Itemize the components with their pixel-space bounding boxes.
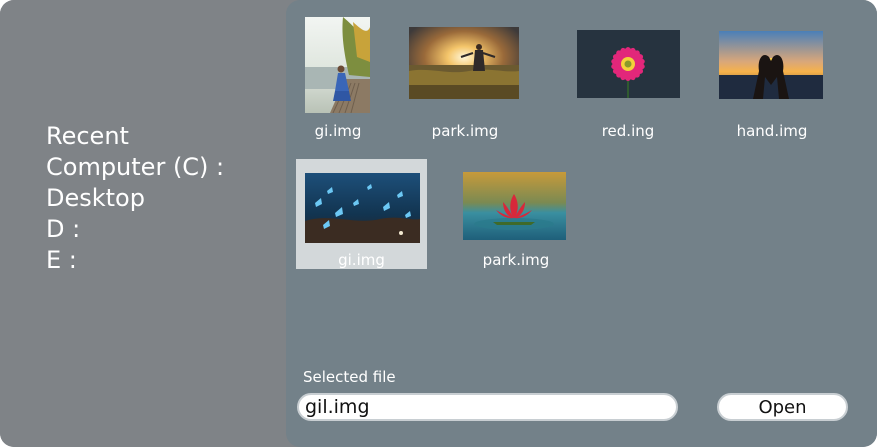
woman-by-lake-thumbnail (305, 17, 370, 113)
open-button[interactable]: Open (717, 393, 848, 421)
sidebar-item-recent[interactable]: Recent (46, 121, 224, 152)
file-tile-selected[interactable]: gi.img (296, 159, 427, 269)
file-name: gi.img (338, 251, 385, 269)
heart-hands-thumbnail (719, 31, 823, 99)
pink-flower-thumbnail (577, 30, 680, 98)
sidebar-item-d-drive[interactable]: D : (46, 214, 224, 245)
sunset-field-thumbnail (409, 27, 519, 99)
file-name: gi.img (314, 122, 362, 140)
file-name: red.ing (601, 122, 655, 140)
sidebar-item-desktop[interactable]: Desktop (46, 183, 224, 214)
sidebar-item-computer-c[interactable]: Computer (C) : (46, 152, 224, 183)
file-tile[interactable]: red.ing (570, 12, 686, 147)
file-name: hand.img (736, 122, 808, 140)
blue-butterflies-thumbnail (305, 173, 420, 243)
selected-file-input[interactable] (297, 393, 678, 421)
file-tile[interactable]: park.img (405, 12, 525, 147)
file-name: park.img (482, 251, 550, 269)
file-tile[interactable]: gi.img (296, 12, 380, 147)
file-open-dialog: Recent Computer (C) : Desktop D : E : gi… (0, 0, 877, 447)
sidebar: Recent Computer (C) : Desktop D : E : (0, 0, 286, 447)
lotus-flower-thumbnail (463, 172, 566, 240)
selected-file-label: Selected file (303, 368, 396, 386)
file-tile[interactable]: park.img (454, 159, 578, 269)
sidebar-item-e-drive[interactable]: E : (46, 245, 224, 276)
file-name: park.img (431, 122, 499, 140)
location-list: Recent Computer (C) : Desktop D : E : (46, 121, 224, 276)
file-tile[interactable]: hand.img (712, 12, 832, 147)
